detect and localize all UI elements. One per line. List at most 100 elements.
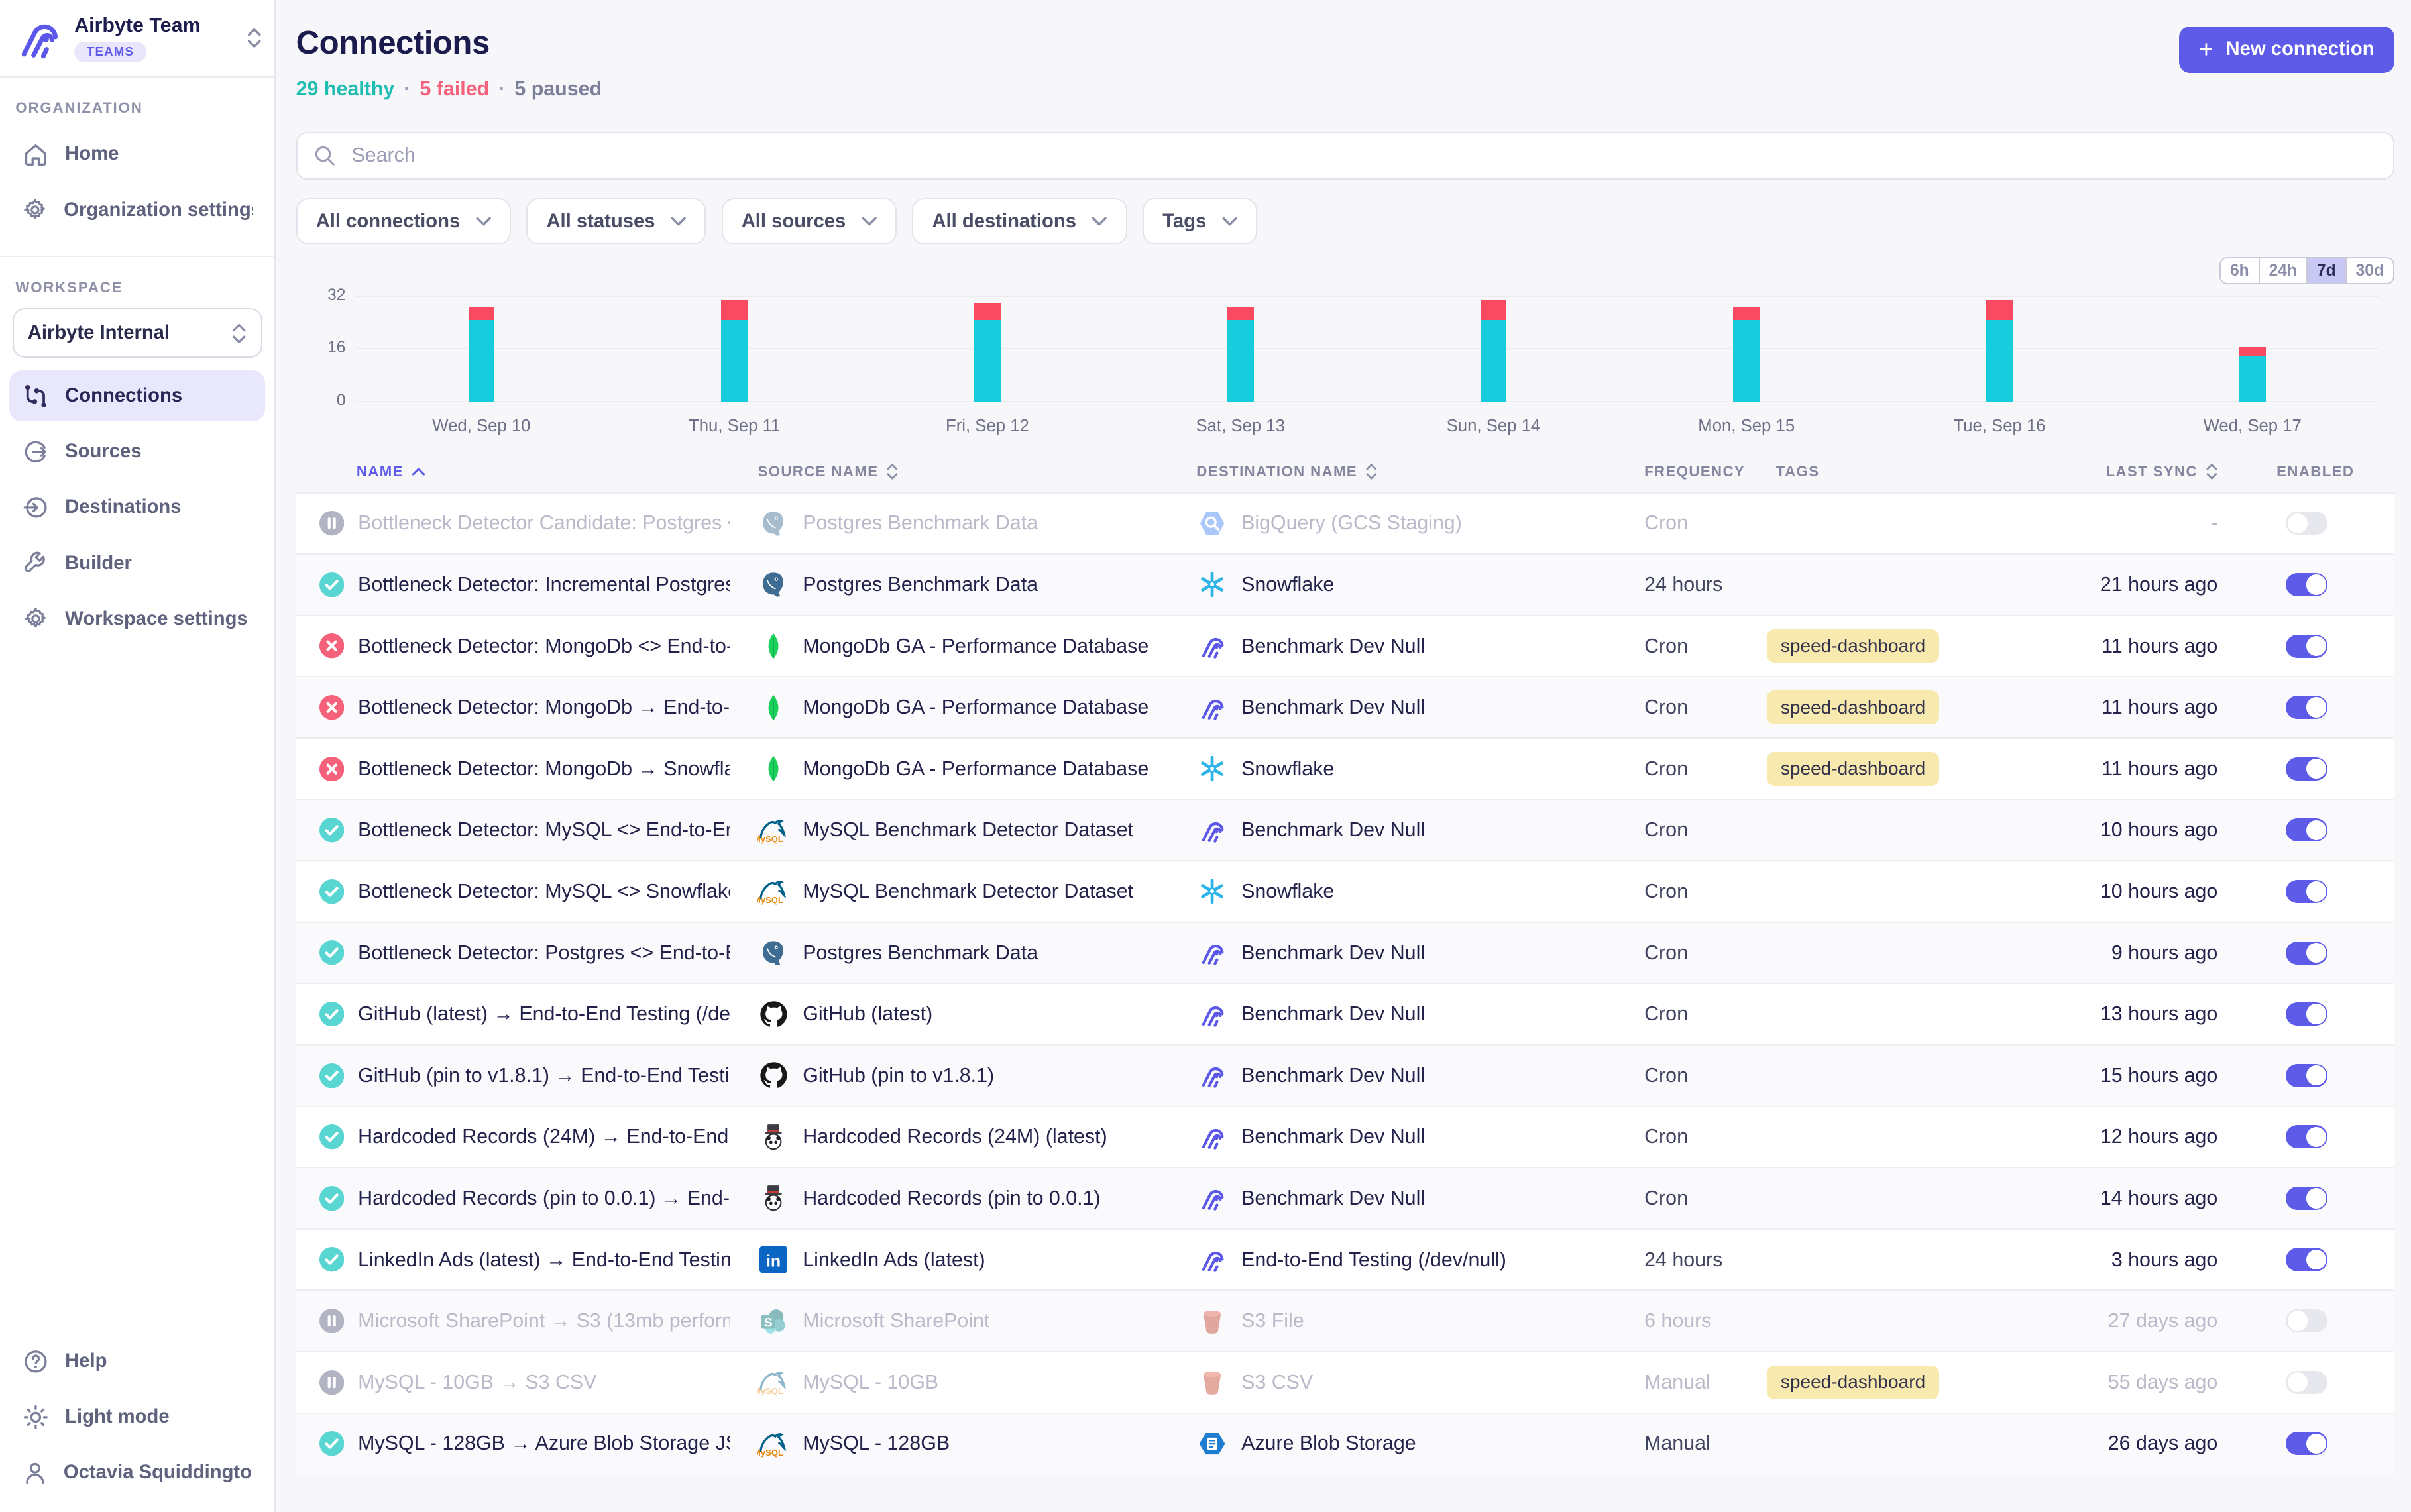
table-row-bottleneck-detector-mongodb[interactable]: Bottleneck Detector: MongoDb <> End-to-E… [296,615,2394,676]
table-row-bottleneck-detector-mysql[interactable]: Bottleneck Detector: MySQL <> SnowflakeM… [296,860,2394,922]
new-connection-button[interactable]: + New connection [2179,27,2394,73]
destination-name: S3 CSV [1241,1371,1313,1394]
x-axis-label: Tue, Sep 16 [1873,417,2126,436]
toggle-knob [2306,1127,2326,1147]
org-switcher-icon[interactable] [247,27,262,49]
bar-segment-succeeded [974,320,1001,402]
enabled-toggle[interactable] [2286,1125,2327,1148]
chart-bar-slot [1114,297,1367,402]
column-header-source-name[interactable]: SOURCE NAME [730,463,1179,480]
table-row-mysql-10gb-s3-csv[interactable]: MySQL - 10GB → S3 CSVMySQLMySQL - 10GBS3… [296,1351,2394,1413]
org-header[interactable]: Airbyte Team TEAMS [0,0,274,78]
time-range-30d[interactable]: 30d [2345,258,2393,283]
table-row-github-pin-to-v1-8-1-end-t[interactable]: GitHub (pin to v1.8.1) → End-to-End Test… [296,1044,2394,1106]
time-range-7d[interactable]: 7d [2306,258,2345,283]
github-icon [757,1061,789,1089]
destination-name: Snowflake [1241,757,1334,781]
filter-dropdown-all-connections[interactable]: All connections [296,198,511,244]
mysql-icon: MySQL [757,1368,789,1396]
workspace-nav: ConnectionsSourcesDestinations Builder Wor… [0,370,274,645]
enabled-toggle[interactable] [2286,1248,2327,1271]
chart-bar-slot [1873,297,2126,402]
workspace-section: WORKSPACE Airbyte Internal ConnectionsSo… [0,257,274,649]
enabled-toggle[interactable] [2286,880,2327,903]
tag-badge: speed-dashboard [1767,752,1939,786]
enabled-toggle[interactable] [2286,696,2327,719]
sidebar-item-connections[interactable]: Connections [9,370,265,421]
toggle-knob [2306,1250,2326,1269]
enabled-toggle[interactable] [2286,1371,2327,1394]
organization-nav: Home Organization settings [0,129,274,235]
sidebar-item-help[interactable]: Help [9,1336,265,1387]
time-range-24h[interactable]: 24h [2259,258,2306,283]
airbyte-logo [15,15,62,61]
filter-dropdown-tags[interactable]: Tags [1143,198,1257,244]
table-row-hardcoded-records-pin-to-0-0[interactable]: Hardcoded Records (pin to 0.0.1) → End-t… [296,1167,2394,1228]
enabled-toggle[interactable] [2286,757,2327,781]
table-row-microsoft-sharepoint-s3-13m[interactable]: Microsoft SharePoint → S3 (13mb performa… [296,1289,2394,1351]
mysql-icon: MySQL [757,1430,789,1458]
last-sync: 10 hours ago [1993,818,2230,841]
table-row-mysql-128gb-azure-blob-sto[interactable]: MySQL - 128GB → Azure Blob Storage JSOn … [296,1413,2394,1474]
enabled-toggle[interactable] [2286,635,2327,658]
sidebar-item-organization-settings[interactable]: Organization settings [9,185,265,236]
table-row-bottleneck-detector-mongodb[interactable]: Bottleneck Detector: MongoDb → Snowflake… [296,737,2394,799]
mongodb-icon [757,694,789,722]
enabled-toggle[interactable] [2286,1187,2327,1210]
column-header-name[interactable]: NAME [296,463,730,480]
destination-name: Snowflake [1241,573,1334,596]
column-header-destination-name[interactable]: DESTINATION NAME [1180,463,1621,480]
svg-text:MySQL: MySQL [757,834,783,844]
table-row-bottleneck-detector-candidate[interactable]: Bottleneck Detector Candidate: Postgres … [296,492,2394,554]
stacked-bar-sat-sep-13 [1227,307,1254,402]
enabled-toggle[interactable] [2286,1309,2327,1332]
search-icon [313,144,336,167]
table-row-hardcoded-records-24m-end[interactable]: Hardcoded Records (24M) → End-to-End Te.… [296,1106,2394,1167]
sidebar-item-octavia-squiddington[interactable]: Octavia Squiddington [9,1447,265,1498]
table-row-bottleneck-detector-mongodb[interactable]: Bottleneck Detector: MongoDb → End-to-En… [296,676,2394,737]
summary-5-failed: 5 failed [420,78,489,101]
source-name: MySQL Benchmark Detector Dataset [803,818,1133,841]
sidebar-item-light-mode[interactable]: Light mode [9,1391,265,1442]
sidebar-item-home[interactable]: Home [9,129,265,180]
filter-dropdown-all-statuses[interactable]: All statuses [526,198,706,244]
sidebar-item-label: Organization settings [64,199,252,221]
column-header-last-sync[interactable]: LAST SYNC [1993,463,2230,480]
bar-segment-succeeded [1733,320,1760,402]
source-name: Hardcoded Records (pin to 0.0.1) [803,1187,1100,1210]
sidebar-item-builder[interactable]: Builder [9,537,265,588]
sidebar-item-destinations[interactable]: Destinations [9,482,265,533]
enabled-toggle[interactable] [2286,1064,2327,1087]
bar-segment-failed [1481,300,1507,320]
enabled-toggle[interactable] [2286,818,2327,841]
time-range-6h[interactable]: 6h [2221,258,2259,283]
bar-segment-failed [1986,300,2013,320]
enabled-toggle[interactable] [2286,1432,2327,1455]
table-row-github-latest-end-to-end-t[interactable]: GitHub (latest) → End-to-End Testing (/d… [296,983,2394,1044]
table-row-bottleneck-detector-increment[interactable]: Bottleneck Detector: Incremental Postgre… [296,553,2394,615]
search-input[interactable] [349,142,2378,169]
enabled-toggle[interactable] [2286,942,2327,965]
x-axis-label: Wed, Sep 17 [2126,417,2379,436]
snowflake-icon [1196,570,1227,598]
x-axis-label: Wed, Sep 10 [355,417,608,436]
org-badge: TEAMS [74,42,146,62]
workspace-selector[interactable]: Airbyte Internal [13,308,262,358]
sidebar-item-label: Builder [65,553,132,574]
enabled-toggle[interactable] [2286,573,2327,596]
enabled-toggle[interactable] [2286,1002,2327,1026]
chart-x-axis: Wed, Sep 10Thu, Sep 11Fri, Sep 12Sat, Se… [355,417,2379,436]
enabled-toggle[interactable] [2286,512,2327,535]
table-row-bottleneck-detector-postgres[interactable]: Bottleneck Detector: Postgres <> End-to-… [296,922,2394,983]
table-row-bottleneck-detector-mysql[interactable]: Bottleneck Detector: MySQL <> End-to-End… [296,799,2394,861]
sidebar-item-workspace-settings[interactable]: Workspace settings [9,594,265,645]
frequency: 6 hours [1621,1309,1753,1332]
table-row-linkedin-ads-latest-end-to[interactable]: LinkedIn Ads (latest) → End-to-End Testi… [296,1228,2394,1290]
filter-dropdown-all-destinations[interactable]: All destinations [912,198,1127,244]
source-name: Microsoft SharePoint [803,1309,989,1332]
filter-dropdown-all-sources[interactable]: All sources [722,198,897,244]
svg-text:MySQL: MySQL [757,1448,783,1458]
airbyte-icon [1196,939,1227,967]
sync-history-chart: 01632 Wed, Sep 10Thu, Sep 11Fri, Sep 12S… [296,288,2394,436]
sidebar-item-sources[interactable]: Sources [9,426,265,477]
